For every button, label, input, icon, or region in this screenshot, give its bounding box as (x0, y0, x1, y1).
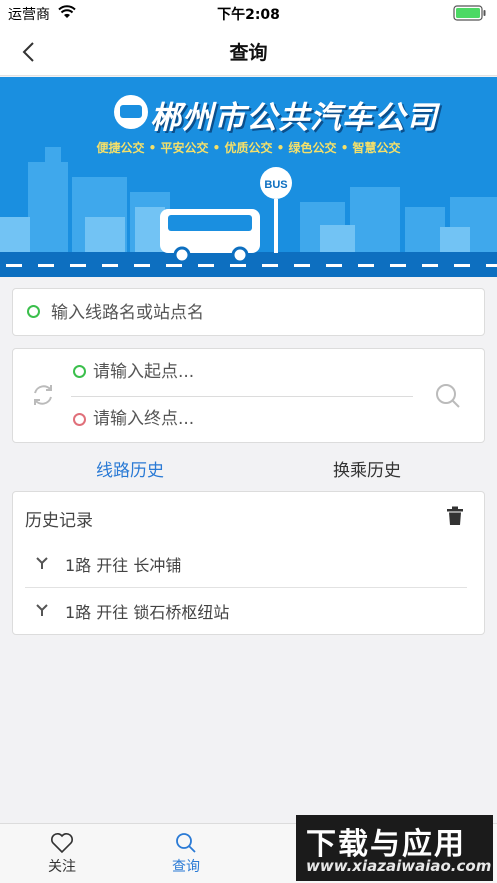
search-icon[interactable] (434, 382, 462, 410)
tab-line-history[interactable]: 线路历史 (50, 456, 210, 481)
watermark: 下载与应用 www.xiazaiwaiao.com (296, 815, 493, 881)
history-item[interactable]: 1路 开往 长冲铺 (13, 541, 486, 587)
tab-transfer-history[interactable]: 换乘历史 (287, 456, 447, 481)
tabbar-follow[interactable]: 关注 (32, 832, 92, 876)
battery-icon (453, 5, 486, 21)
start-dot-icon (73, 365, 86, 378)
status-bar: 运营商 下午2:08 (0, 0, 497, 26)
page-title: 查询 (229, 42, 268, 64)
start-point-input[interactable] (93, 358, 413, 386)
swap-icon[interactable] (29, 381, 57, 409)
nav-bar: 查询 (0, 26, 497, 76)
watermark-sub: www.xiazaiwaiao.com (306, 857, 492, 875)
tabbar-follow-label: 关注 (48, 859, 76, 875)
history-card: 历史记录 1路 开往 长冲铺 1路 开往 锁石桥枢纽站 (12, 491, 485, 635)
trash-icon[interactable] (446, 506, 464, 526)
bus-sign: BUS (264, 179, 287, 191)
history-item-label: 1路 开往 长冲铺 (65, 556, 182, 575)
history-item[interactable]: 1路 开往 锁石桥枢纽站 (13, 588, 486, 634)
tabbar-query-label: 查询 (172, 859, 200, 875)
search-icon (176, 833, 196, 853)
status-time: 下午2:08 (217, 7, 280, 23)
company-banner: 郴州市公共汽车公司 便捷公交 • 平安公交 • 优质公交 • 绿色公交 • 智慧… (0, 77, 497, 277)
tabbar-query[interactable]: 查询 (156, 832, 216, 876)
route-icon (36, 604, 48, 616)
end-dot-icon (73, 413, 86, 426)
route-divider (71, 396, 413, 397)
history-item-label: 1路 开往 锁石桥枢纽站 (65, 603, 230, 622)
end-point-input[interactable] (93, 405, 413, 433)
bus-sign-label: BUS (264, 179, 287, 191)
search-dot-icon (27, 305, 40, 318)
line-search-card[interactable] (12, 288, 485, 336)
route-planner-card (12, 348, 485, 443)
route-icon (36, 557, 48, 569)
heart-icon (51, 833, 73, 854)
history-title: 历史记录 (25, 511, 93, 531)
line-search-input[interactable] (51, 299, 471, 327)
